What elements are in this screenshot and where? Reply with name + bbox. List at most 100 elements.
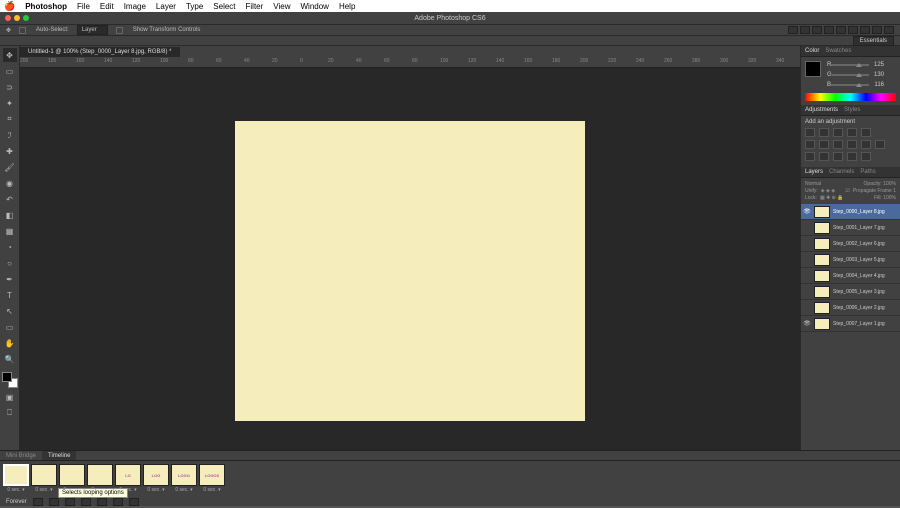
shape-tool[interactable]: ▭	[3, 320, 17, 334]
layer-row[interactable]: Step_0004_Layer 4.jpg	[801, 268, 900, 284]
crop-tool[interactable]: ⌗	[3, 112, 17, 126]
autoselect-checkbox[interactable]	[19, 27, 26, 34]
layer-row[interactable]: Step_0003_Layer 5.jpg	[801, 252, 900, 268]
healing-tool[interactable]: ✚	[3, 144, 17, 158]
frame-thumb[interactable]	[87, 464, 113, 486]
layer-thumb[interactable]	[814, 270, 830, 282]
tab-channels[interactable]: Channels	[829, 169, 854, 175]
frame-thumb[interactable]: LOGO	[171, 464, 197, 486]
canvas-area[interactable]	[20, 68, 800, 474]
adj-icon[interactable]	[819, 128, 829, 137]
transform-checkbox[interactable]	[116, 27, 123, 34]
menu-help[interactable]: Help	[339, 2, 355, 11]
delete-frame-button[interactable]	[129, 498, 139, 506]
align-icon[interactable]	[824, 26, 834, 34]
ruler-horizontal[interactable]: 2001851601401201008060402002040608010012…	[20, 58, 800, 68]
frame-thumb[interactable]	[31, 464, 57, 486]
align-icon[interactable]	[884, 26, 894, 34]
layer-thumb[interactable]	[814, 286, 830, 298]
menu-app[interactable]: Photoshop	[25, 2, 67, 11]
tab-swatches[interactable]: Swatches	[825, 48, 851, 54]
menu-filter[interactable]: Filter	[246, 2, 264, 11]
visibility-icon[interactable]: 👁	[803, 208, 811, 216]
adj-icon[interactable]	[861, 140, 871, 149]
zoom-tool[interactable]: 🔍	[3, 352, 17, 366]
propagate-label[interactable]: Propagate Frame 1	[853, 188, 896, 194]
blend-mode[interactable]: Normal	[805, 181, 821, 187]
play-button[interactable]	[65, 498, 75, 506]
frame-duration[interactable]: 0 sec. ▾	[35, 487, 52, 493]
align-icon[interactable]	[812, 26, 822, 34]
next-frame-button[interactable]	[81, 498, 91, 506]
foreground-swatch[interactable]	[805, 61, 821, 77]
layer-row[interactable]: 👁Step_0000_Layer 8.jpg	[801, 204, 900, 220]
type-tool[interactable]: T	[3, 288, 17, 302]
menu-select[interactable]: Select	[213, 2, 235, 11]
marquee-tool[interactable]: ▭	[3, 64, 17, 78]
layer-row[interactable]: Step_0006_Layer 2.jpg	[801, 300, 900, 316]
menu-window[interactable]: Window	[301, 2, 329, 11]
quickmask-icon[interactable]: ▣	[3, 390, 17, 404]
layer-thumb[interactable]	[814, 302, 830, 314]
apple-icon[interactable]: 🍎	[4, 1, 15, 12]
layer-row[interactable]: 👁Step_0007_Layer 1.jpg	[801, 316, 900, 332]
duplicate-frame-button[interactable]	[113, 498, 123, 506]
color-swatches[interactable]	[2, 372, 18, 388]
prev-frame-button[interactable]	[49, 498, 59, 506]
visibility-icon[interactable]	[803, 256, 811, 264]
layer-row[interactable]: Step_0002_Layer 6.jpg	[801, 236, 900, 252]
adj-icon[interactable]	[847, 140, 857, 149]
adj-icon[interactable]	[819, 152, 829, 161]
frame-duration[interactable]: 0 sec. ▾	[7, 487, 24, 493]
menu-image[interactable]: Image	[124, 2, 146, 11]
adj-icon[interactable]	[805, 152, 815, 161]
visibility-icon[interactable]	[803, 288, 811, 296]
move-tool[interactable]: ✥	[3, 48, 17, 62]
layer-thumb[interactable]	[814, 222, 830, 234]
opacity-label[interactable]: Opacity: 100%	[863, 181, 896, 187]
minimize-button[interactable]	[14, 15, 20, 21]
frame-thumb[interactable]: LO	[115, 464, 141, 486]
autoselect-dropdown[interactable]: Layer	[77, 25, 108, 35]
frame-duration[interactable]: 0 sec. ▾	[203, 487, 220, 493]
frame-thumb[interactable]: LOG	[143, 464, 169, 486]
align-icon[interactable]	[872, 26, 882, 34]
spectrum-bar[interactable]	[805, 93, 896, 101]
layer-thumb[interactable]	[814, 318, 830, 330]
document-tab[interactable]: Untitled-1 @ 100% (Step_0000_Layer 8.jpg…	[20, 47, 181, 57]
layer-thumb[interactable]	[814, 238, 830, 250]
visibility-icon[interactable]	[803, 240, 811, 248]
adj-icon[interactable]	[833, 128, 843, 137]
menu-type[interactable]: Type	[186, 2, 203, 11]
r-slider[interactable]: R125	[827, 61, 884, 68]
blur-tool[interactable]: ◔	[3, 240, 17, 254]
tab-layers[interactable]: Layers	[805, 169, 823, 175]
gradient-tool[interactable]: ▦	[3, 224, 17, 238]
pen-tool[interactable]: ✒	[3, 272, 17, 286]
dodge-tool[interactable]: ○	[3, 256, 17, 270]
brush-tool[interactable]: 🖌	[3, 160, 17, 174]
first-frame-button[interactable]	[33, 498, 43, 506]
close-button[interactable]	[5, 15, 11, 21]
canvas[interactable]	[235, 121, 585, 421]
fill-label[interactable]: Fill: 100%	[874, 195, 896, 201]
eyedropper-tool[interactable]: ℐ	[3, 128, 17, 142]
tab-minibridge[interactable]: Mini Bridge	[0, 451, 42, 460]
frame[interactable]: LOG0 sec. ▾	[143, 464, 169, 493]
frame-duration[interactable]: 0 sec. ▾	[147, 487, 164, 493]
visibility-icon[interactable]	[803, 224, 811, 232]
zoom-button[interactable]	[23, 15, 29, 21]
path-tool[interactable]: ↖	[3, 304, 17, 318]
lasso-tool[interactable]: ⊃	[3, 80, 17, 94]
adj-icon[interactable]	[805, 128, 815, 137]
tab-timeline[interactable]: Timeline	[42, 451, 76, 460]
align-icon[interactable]	[836, 26, 846, 34]
tab-paths[interactable]: Paths	[860, 169, 875, 175]
wand-tool[interactable]: ✦	[3, 96, 17, 110]
align-icon[interactable]	[788, 26, 798, 34]
tab-adjustments[interactable]: Adjustments	[805, 107, 838, 113]
frame-thumb[interactable]	[59, 464, 85, 486]
align-icon[interactable]	[848, 26, 858, 34]
tab-styles[interactable]: Styles	[844, 107, 860, 113]
frame-thumb[interactable]	[3, 464, 29, 486]
